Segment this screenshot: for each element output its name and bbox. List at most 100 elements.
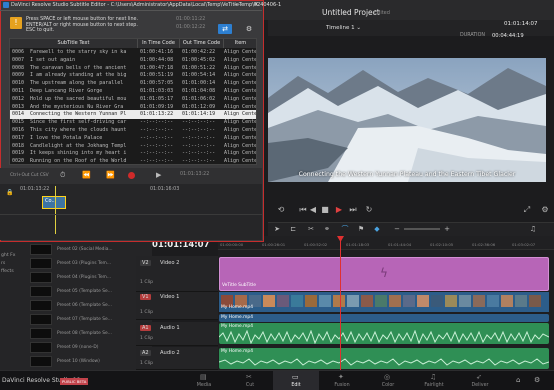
column-header[interactable]: SubTitle Text	[10, 39, 138, 48]
timeline-selector[interactable]: Timeline 1 ⌄	[326, 25, 361, 31]
reverse-icon[interactable]: ◀	[308, 205, 318, 215]
step-back-icon[interactable]: ⏪	[82, 171, 91, 179]
glacier-frame	[268, 58, 546, 182]
stop-icon[interactable]: ■	[320, 205, 330, 215]
subtitle-overlay: Connecting the Western Yunnan Plateau an…	[298, 171, 516, 178]
audio-meter-icon[interactable]: ♫	[528, 224, 538, 234]
cell-out: --:--:--:--	[182, 158, 216, 165]
link-icon[interactable]: ⚭	[322, 224, 332, 234]
preset-item[interactable]: Preset 09 (none-D)	[30, 341, 118, 355]
video-clip[interactable]: My Home.mp4	[219, 292, 549, 312]
loop-icon[interactable]: ⟲	[276, 205, 286, 215]
ruler-tick: 01:00:00:00	[220, 242, 244, 247]
settings-icon[interactable]: ⚙	[540, 205, 550, 215]
ruler-tick: 01:01:18:03	[346, 242, 370, 247]
play-icon[interactable]: ▶	[156, 171, 161, 179]
subtitle-table[interactable]: SubTitle Text In Time Code Out Time Code…	[9, 38, 257, 165]
fullscreen-icon[interactable]: ⤢	[522, 205, 532, 215]
page-tab-fusion[interactable]: ✦ Fusion	[319, 371, 365, 390]
mini-playhead[interactable]	[55, 186, 56, 234]
page-tab-deliver[interactable]: ➶ Deliver	[457, 371, 503, 390]
preset-thumbnail	[30, 328, 52, 339]
trim-tool-icon[interactable]: ⊏	[288, 224, 298, 234]
video-viewer[interactable]	[268, 58, 546, 182]
project-title: Untitled Project	[322, 8, 380, 17]
preset-item[interactable]: Preset 05 (Template Se...	[30, 285, 118, 299]
preset-item[interactable]: Preset 04 (Plugins Tem...	[30, 271, 118, 285]
table-row[interactable]: 0020 Running on the Roof of the World --:-…	[10, 157, 256, 165]
side-label[interactable]: ffects	[1, 269, 14, 274]
preset-item[interactable]: Preset 06 (Template Se...	[30, 299, 118, 313]
column-header[interactable]: In Time Code	[138, 39, 180, 48]
selection-tool-icon[interactable]: ➤	[272, 224, 282, 234]
preset-thumbnail	[30, 342, 52, 353]
blade-tool-icon[interactable]: ✂	[306, 224, 316, 234]
cell-num: 0020	[12, 158, 25, 165]
track-tc-b: 01:01:16:03	[150, 187, 180, 192]
preset-thumbnail	[30, 286, 52, 297]
info-icon: !	[10, 17, 22, 29]
minimize-icon[interactable]: —	[234, 1, 242, 9]
tc-readout-a: 01:00:11:22	[176, 17, 206, 22]
preset-thumbnail	[30, 300, 52, 311]
close-icon[interactable]: ✕	[251, 1, 261, 9]
skip-back-icon[interactable]: ⏮	[298, 205, 308, 215]
page-tab-color[interactable]: ◎ Color	[365, 371, 411, 390]
settings-icon[interactable]: ⚙	[243, 24, 255, 34]
chevron-down-icon: ⌄	[356, 25, 361, 31]
preset-item[interactable]: Preset 07 (Template Se...	[30, 313, 118, 327]
track-header-v1[interactable]: V1 Video 1 1 Clip	[136, 292, 218, 320]
column-header[interactable]: Item	[224, 39, 256, 48]
repeat-icon[interactable]: ↻	[364, 205, 374, 215]
home-icon[interactable]: ⌂	[516, 376, 520, 384]
preset-item[interactable]: Preset 02 (Social Media...	[30, 243, 118, 257]
tc-readout-b: 01:00:12:22	[176, 25, 206, 30]
color-icon: ◎	[384, 373, 391, 381]
swap-icon[interactable]: ⇄	[218, 24, 232, 34]
page-tab-edit[interactable]: ▭ Edit	[273, 371, 319, 390]
settings-gear-icon[interactable]: ⚙	[534, 376, 540, 384]
snap-icon[interactable]: ⌒	[340, 224, 350, 234]
ruler-tick: 01:03:02:07	[512, 242, 536, 247]
column-header[interactable]: Out Time Code	[180, 39, 224, 48]
track-header-a1[interactable]: A1 Audio 1 1 Clip	[136, 322, 218, 346]
record-icon[interactable]	[128, 172, 135, 179]
step-forward-icon[interactable]: ⏩	[106, 171, 115, 179]
play-icon[interactable]: ▶	[334, 205, 344, 215]
page-tab-fairlight[interactable]: ♫ Fairlight	[411, 371, 457, 390]
duration-label: DURATION	[460, 33, 485, 38]
marker-icon[interactable]: ◆	[372, 224, 382, 234]
deliver-icon: ➶	[476, 373, 482, 381]
side-label[interactable]: ght Fx	[1, 253, 15, 258]
preset-item[interactable]: Preset 03 (Plugins Tem...	[30, 257, 118, 271]
zoom-out-icon[interactable]: −	[392, 224, 402, 234]
zoom-slider[interactable]	[404, 228, 440, 230]
track-tc-a: 01:01:13:22	[20, 187, 50, 192]
ruler-tick: 01:02:36:06	[472, 242, 496, 247]
timeline-playhead[interactable]	[340, 236, 341, 370]
edit-icon: ▭	[292, 373, 299, 381]
preset-item[interactable]: Preset 08 (Template Se...	[30, 327, 118, 341]
audio-clip-a2[interactable]: My Home.mp4	[219, 348, 549, 369]
side-label[interactable]: rs	[1, 261, 5, 266]
page-tab-media[interactable]: ▤ Media	[181, 371, 227, 390]
zoom-in-icon[interactable]: +	[442, 224, 452, 234]
subtitle-clip[interactable]: Co...	[42, 196, 66, 209]
preset-item[interactable]: Preset 10 (Window)	[30, 355, 118, 369]
subtitle-mini-timeline[interactable]	[0, 184, 262, 240]
audio-clip-a1[interactable]: My Home.mp4	[219, 323, 549, 344]
title-clip[interactable]: VeTitle SubTitle ϟ	[219, 257, 549, 291]
page-tab-cut[interactable]: ✂ Cut	[227, 371, 273, 390]
lock-icon[interactable]: 🔒	[6, 189, 13, 196]
track-header-a2[interactable]: A2 Audio 2 1 Clip	[136, 347, 218, 370]
preset-thumbnail	[30, 244, 52, 255]
track-header-v2[interactable]: V2 Video 2 1 Clip	[136, 256, 218, 292]
clock-icon[interactable]: ⏱	[60, 171, 65, 180]
app-icon	[3, 2, 9, 8]
ruler-tick: 01:00:26:01	[262, 242, 286, 247]
flag-icon[interactable]: ⚑	[356, 224, 366, 234]
audio-waveform	[219, 358, 549, 366]
skip-forward-icon[interactable]: ⏭	[348, 205, 358, 215]
preset-thumbnail	[30, 258, 52, 269]
more-options-icon[interactable]: ⋯	[530, 21, 536, 28]
